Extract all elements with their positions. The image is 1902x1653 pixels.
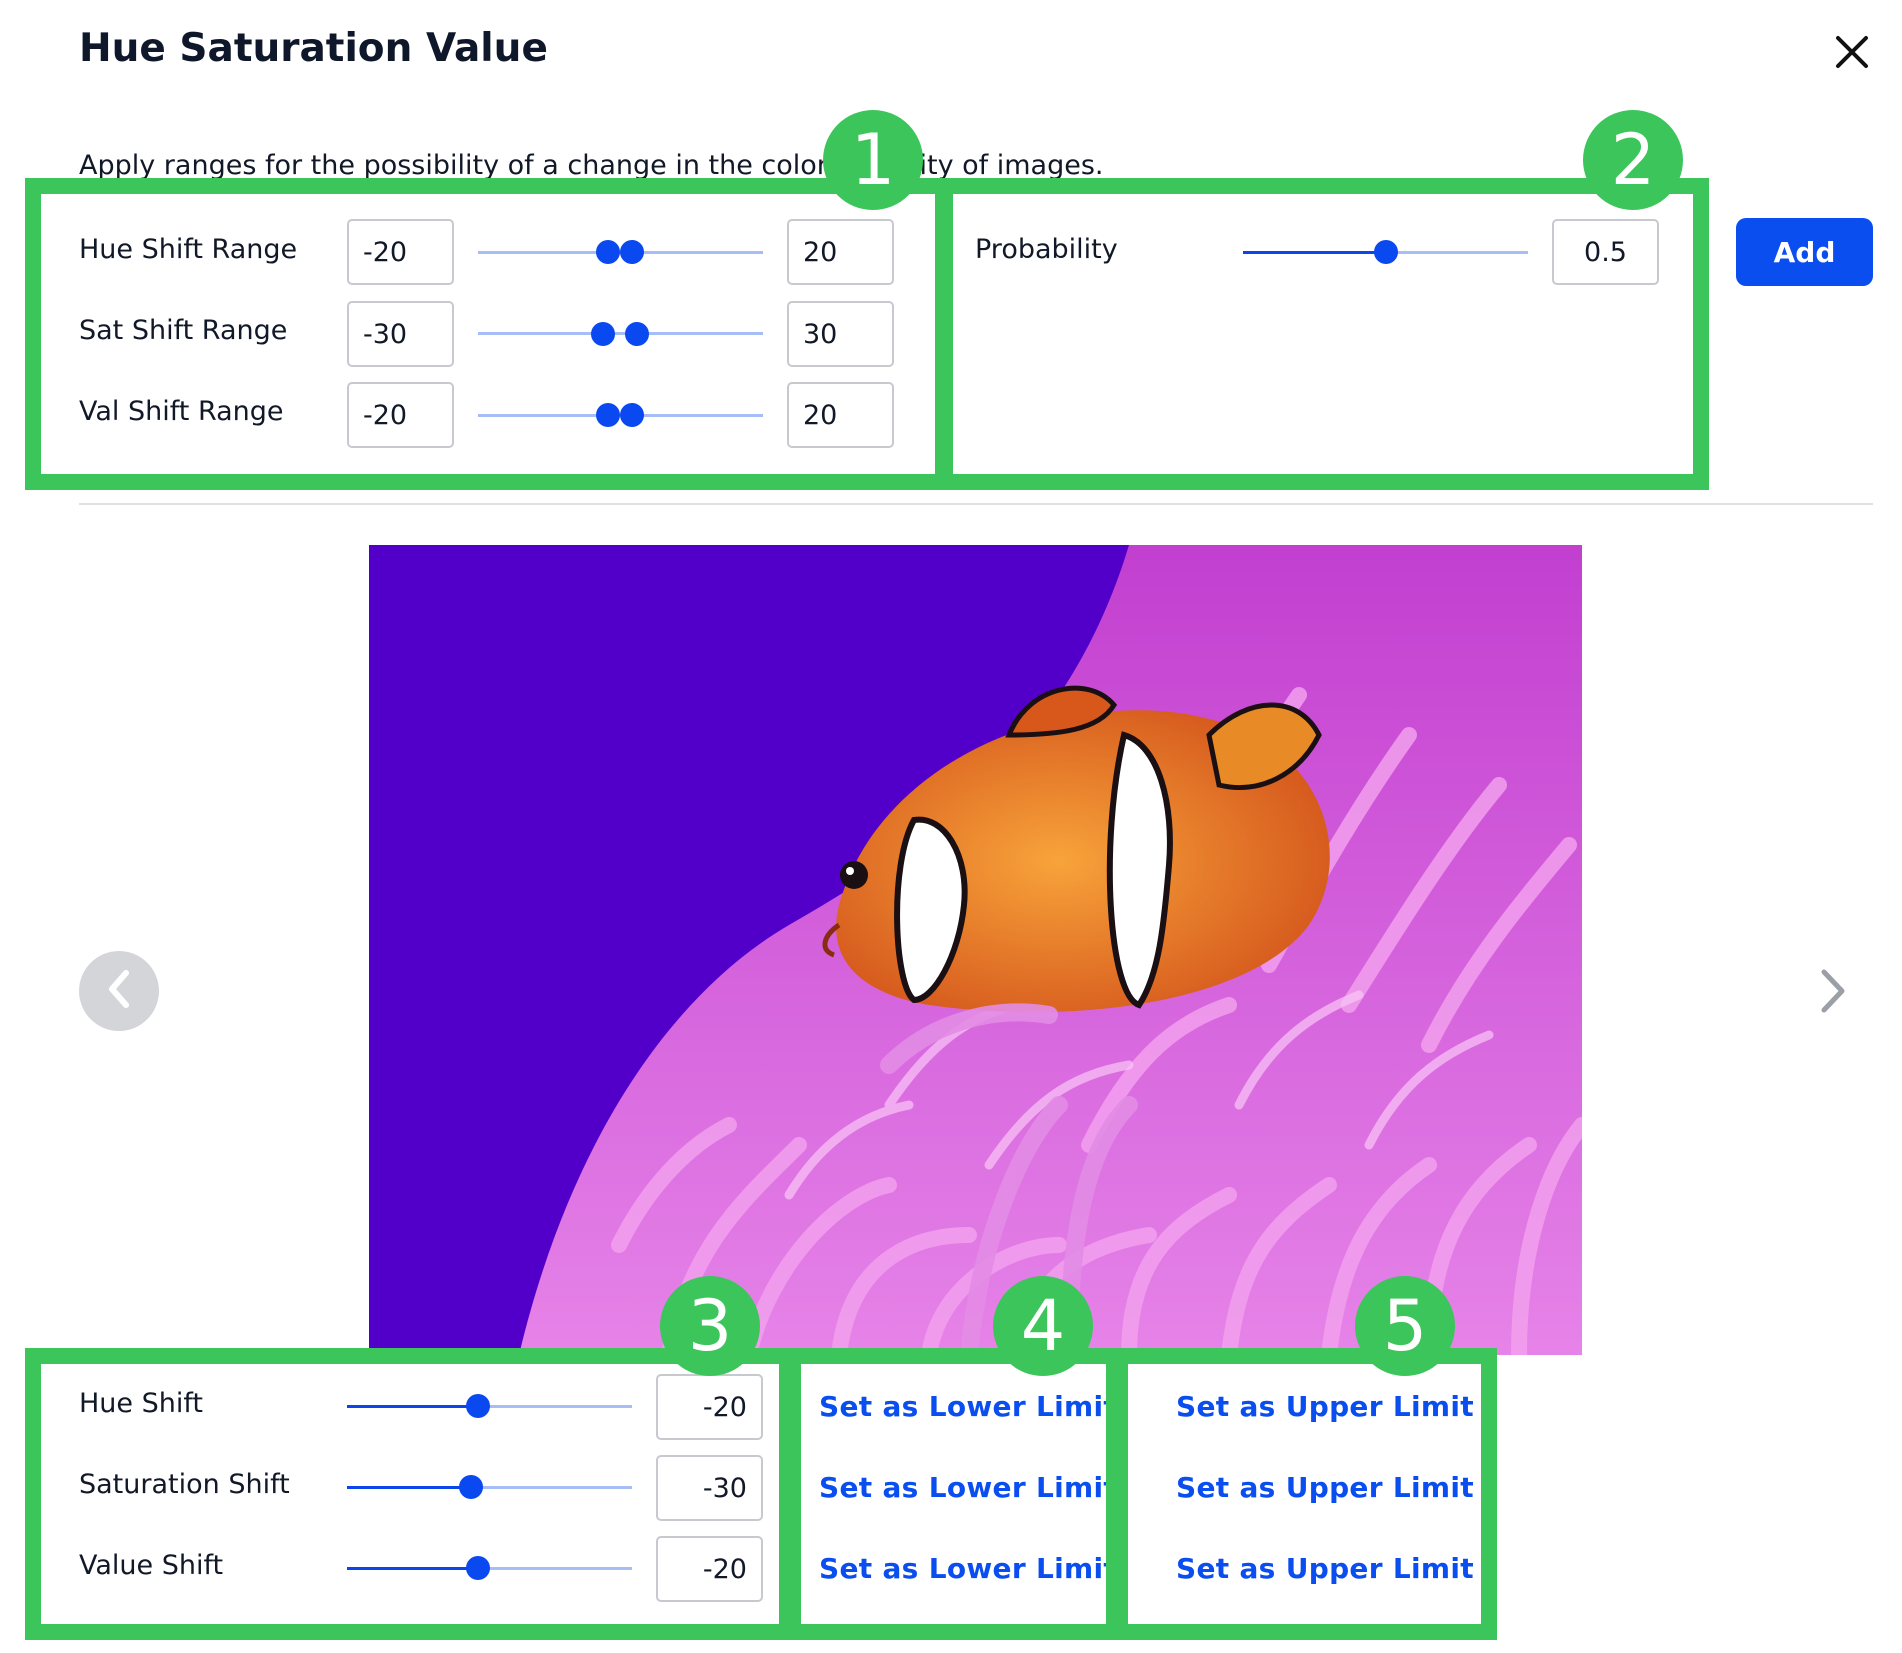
preview-image — [369, 545, 1582, 1355]
annotation-badge-5: 5 — [1355, 1276, 1455, 1376]
annotation-badge-1: 1 — [823, 110, 923, 210]
dialog-description: Apply ranges for the possibility of a ch… — [79, 150, 1104, 181]
divider — [79, 503, 1873, 505]
annotation-badge-3: 3 — [660, 1276, 760, 1376]
close-icon[interactable] — [1830, 30, 1874, 74]
annotation-badge-4: 4 — [993, 1276, 1093, 1376]
annotation-box-5 — [1112, 1348, 1497, 1640]
annotation-box-1 — [25, 178, 951, 490]
next-image-button[interactable] — [1812, 966, 1852, 1016]
annotation-box-2 — [937, 178, 1709, 490]
annotation-box-4 — [785, 1348, 1122, 1640]
annotation-badge-2: 2 — [1583, 110, 1683, 210]
annotation-box-3 — [25, 1348, 795, 1640]
chevron-right-icon — [1812, 969, 1852, 1020]
dialog-title: Hue Saturation Value — [79, 26, 548, 71]
chevron-left-icon — [104, 969, 134, 1013]
previous-image-button[interactable] — [79, 951, 159, 1031]
add-button[interactable]: Add — [1736, 218, 1873, 286]
